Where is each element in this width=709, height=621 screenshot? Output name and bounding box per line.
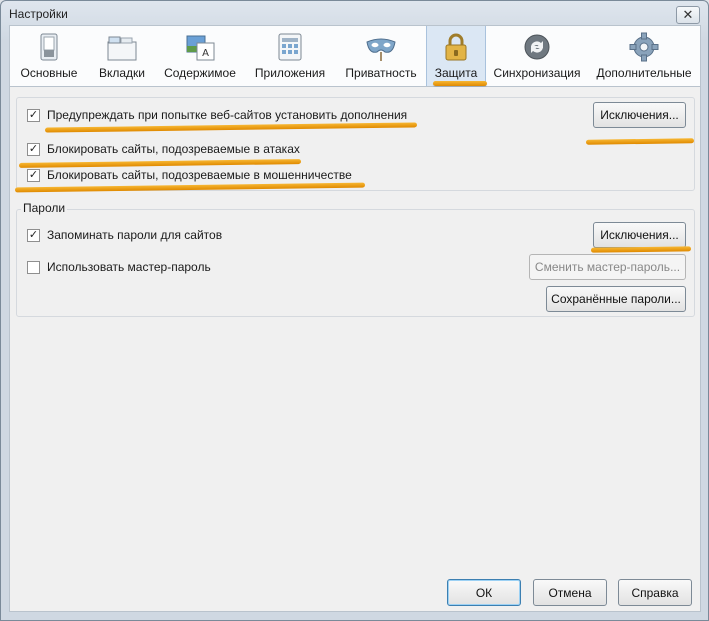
tab-tabs[interactable]: Вкладки xyxy=(88,26,156,86)
window-title: Настройки xyxy=(9,7,68,21)
svg-text:A: A xyxy=(202,48,209,59)
help-button[interactable]: Справка xyxy=(618,579,692,606)
remember-passwords-row: ✓ Запоминать пароли для сайтов xyxy=(27,228,222,242)
master-password-label: Использовать мастер-пароль xyxy=(47,260,211,274)
tab-sync[interactable]: Синхронизация xyxy=(486,26,588,86)
master-password-row: Использовать мастер-пароль xyxy=(27,260,211,274)
switch-icon xyxy=(40,33,58,61)
settings-window: Настройки ✕ Основные Вкладки A Содержимо… xyxy=(0,0,709,621)
block-fraud-row: ✓ Блокировать сайты, подозреваемые в мош… xyxy=(27,168,352,182)
change-master-password-button[interactable]: Сменить мастер-пароль... xyxy=(529,254,686,280)
addons-exceptions-button[interactable]: Исключения... xyxy=(593,102,686,128)
remember-passwords-label: Запоминать пароли для сайтов xyxy=(47,228,223,242)
settings-tabs: Основные Вкладки A Содержимое Приложения… xyxy=(9,25,701,87)
saved-passwords-button[interactable]: Сохранённые пароли... xyxy=(546,286,686,312)
tab-advanced[interactable]: Дополнительные xyxy=(588,26,700,86)
active-tab-highlight xyxy=(433,81,487,86)
warn-addons-label: Предупреждать при попытке веб-сайтов уст… xyxy=(47,108,408,122)
tab-privacy[interactable]: Приватность xyxy=(336,26,426,86)
close-icon: ✕ xyxy=(682,7,694,22)
sync-icon xyxy=(524,34,550,60)
close-button[interactable]: ✕ xyxy=(676,6,700,24)
block-fraud-checkbox[interactable]: ✓ xyxy=(27,168,40,182)
passwords-group: Пароли ✓ Запоминать пароли для сайтов Ис… xyxy=(16,201,695,317)
cancel-button[interactable]: Отмена xyxy=(533,579,607,606)
passwords-exceptions-button[interactable]: Исключения... xyxy=(593,222,686,248)
applications-icon xyxy=(278,33,302,61)
content-icon: A xyxy=(186,35,215,61)
master-password-checkbox[interactable] xyxy=(27,260,40,274)
mask-icon xyxy=(366,38,396,61)
tab-content[interactable]: A Содержимое xyxy=(156,26,244,86)
passwords-group-title: Пароли xyxy=(21,201,68,215)
tab-general[interactable]: Основные xyxy=(10,26,88,86)
tab-security[interactable]: Защита xyxy=(426,26,486,86)
remember-passwords-checkbox[interactable]: ✓ xyxy=(27,228,40,242)
lock-icon xyxy=(445,33,467,61)
gear-icon xyxy=(629,32,659,62)
block-attack-row: ✓ Блокировать сайты, подозреваемые в ата… xyxy=(27,142,300,156)
warn-addons-row: ✓ Предупреждать при попытке веб-сайтов у… xyxy=(27,108,407,122)
warn-addons-checkbox[interactable]: ✓ xyxy=(27,108,40,122)
ok-button[interactable]: ОК xyxy=(447,579,521,606)
tab-applications[interactable]: Приложения xyxy=(244,26,336,86)
tabs-icon xyxy=(107,36,137,61)
block-fraud-label: Блокировать сайты, подозреваемые в мошен… xyxy=(47,168,352,182)
block-attack-label: Блокировать сайты, подозреваемые в атака… xyxy=(47,142,300,156)
block-attack-checkbox[interactable]: ✓ xyxy=(27,142,40,156)
